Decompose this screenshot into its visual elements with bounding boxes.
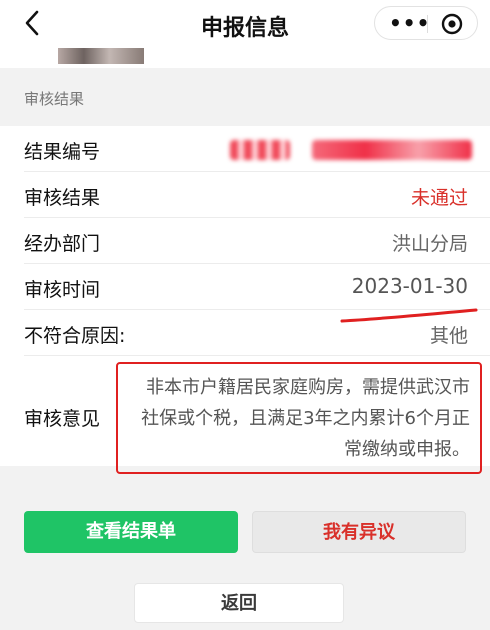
annotation-underline bbox=[340, 308, 478, 323]
header-image-strip bbox=[0, 48, 490, 68]
redaction-mark bbox=[230, 140, 290, 160]
nav-bar: 申报信息 ••• bbox=[0, 0, 490, 48]
object-button[interactable]: 我有异议 bbox=[252, 511, 466, 553]
partial-photo bbox=[58, 48, 144, 64]
result-number-label: 结果编号 bbox=[24, 141, 101, 163]
department-label: 经办部门 bbox=[24, 233, 101, 255]
more-icon[interactable]: ••• bbox=[389, 11, 430, 35]
review-result-value: 未通过 bbox=[410, 187, 468, 209]
view-result-button[interactable]: 查看结果单 bbox=[24, 511, 238, 553]
review-time-value: 2023-01-30 bbox=[351, 274, 468, 298]
opinion-annotation-box: 非本市户籍居民家庭购房，需提供武汉市社保或个税，且满足3年之内累计6个月正常缴纳… bbox=[116, 362, 482, 474]
redaction-mark bbox=[312, 140, 472, 160]
capsule-divider bbox=[427, 15, 428, 33]
row-result-number: 结果编号 bbox=[0, 126, 490, 172]
reason-label: 不符合原因: bbox=[24, 325, 126, 347]
review-result-label: 审核结果 bbox=[24, 187, 101, 209]
miniapp-capsule: ••• bbox=[374, 6, 478, 40]
opinion-text: 非本市户籍居民家庭购房，需提供武汉市社保或个税，且满足3年之内累计6个月正常缴纳… bbox=[141, 377, 470, 460]
row-review-time: 审核时间 2023-01-30 bbox=[0, 264, 490, 310]
opinion-label: 审核意见 bbox=[24, 408, 101, 430]
review-time-label: 审核时间 bbox=[24, 279, 101, 301]
return-button[interactable]: 返回 bbox=[134, 583, 344, 623]
row-department: 经办部门 洪山分局 bbox=[0, 218, 490, 264]
department-value: 洪山分局 bbox=[391, 233, 468, 255]
section-header: 审核结果 bbox=[0, 70, 490, 126]
row-review-result: 审核结果 未通过 bbox=[0, 172, 490, 218]
section-title: 审核结果 bbox=[24, 90, 85, 108]
close-miniapp-icon[interactable] bbox=[441, 13, 463, 35]
